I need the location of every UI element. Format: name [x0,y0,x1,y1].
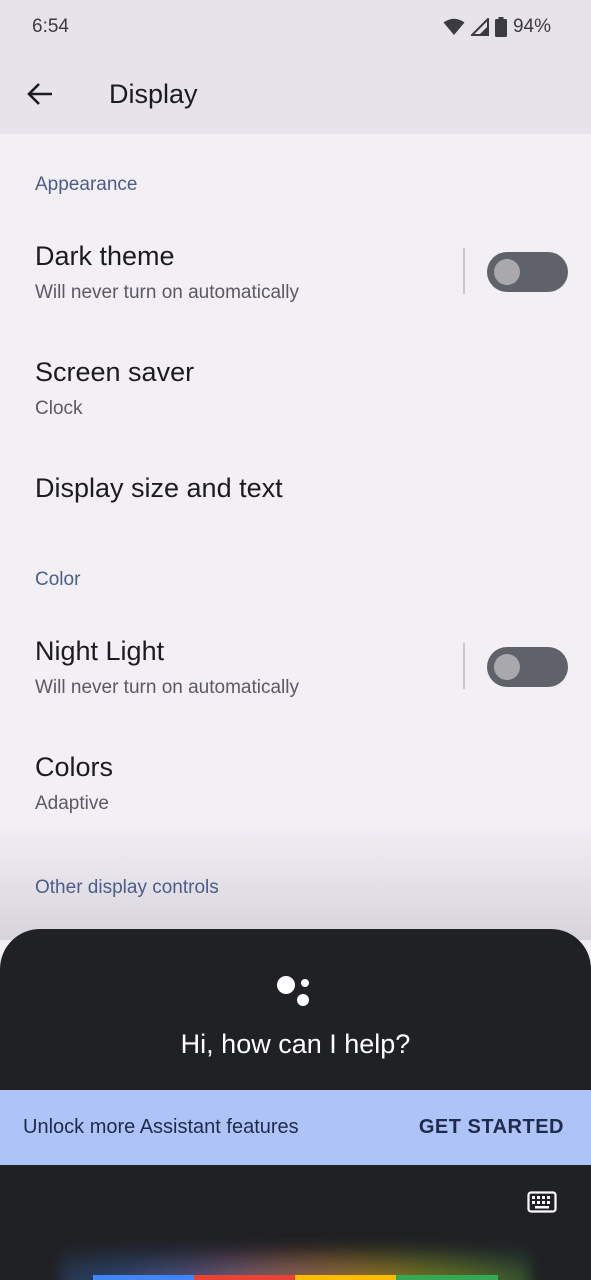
assistant-glow [60,1219,530,1280]
pref-title: Dark theme [35,241,175,271]
app-bar: Display [0,54,591,134]
keyboard-button[interactable] [520,1184,564,1220]
cell-signal-icon [470,18,489,36]
status-time: 6:54 [32,16,69,37]
arrow-back-icon [27,83,52,105]
assistant-greeting: Hi, how can I help? [180,1029,411,1059]
switch-thumb [494,654,520,680]
divider [463,248,465,294]
pref-title: Screen saver [35,357,195,387]
night-light-switch[interactable] [487,647,568,687]
section-header-appearance: Appearance [35,174,138,195]
pref-colors[interactable]: Colors Adaptive [0,730,591,830]
assistant-color-bar-yellow [295,1275,396,1280]
wifi-icon [443,18,465,35]
dark-theme-switch[interactable] [487,252,568,292]
pref-summary: Adaptive [35,793,109,814]
pref-title: Display size and text [35,473,283,503]
unlock-features-banner: Unlock more Assistant features GET START… [0,1090,591,1165]
back-button[interactable] [0,54,80,134]
assistant-color-bar-blue [93,1275,194,1280]
pref-summary: Will never turn on automatically [35,282,299,303]
status-icons: 94% [443,16,551,38]
get-started-button[interactable]: GET STARTED [419,1116,564,1139]
pref-display-size-and-text[interactable]: Display size and text [0,445,591,535]
pref-title: Night Light [35,636,165,666]
battery-icon [494,17,507,37]
page-title: Display [109,78,198,109]
divider [463,643,465,689]
banner-text: Unlock more Assistant features [23,1116,299,1138]
pref-night-light[interactable]: Night Light Will never turn on automatic… [0,610,591,720]
pref-dark-theme[interactable]: Dark theme Will never turn on automatica… [0,215,591,325]
status-bar: 6:54 94% [0,0,591,54]
battery-percent: 94% [512,16,551,37]
pref-summary: Will never turn on automatically [35,677,299,698]
assistant-dots-icon [277,976,309,1006]
assistant-color-bar-green [396,1275,498,1280]
pref-title: Colors [35,752,114,782]
switch-thumb [494,259,520,285]
section-header-other-display-controls: Other display controls [35,877,219,898]
keyboard-icon [527,1191,557,1213]
section-header-color: Color [35,569,81,590]
assistant-sheet: Hi, how can I help? Unlock more Assistan… [0,929,591,1280]
pref-summary: Clock [35,398,83,419]
pref-screen-saver[interactable]: Screen saver Clock [0,335,591,435]
assistant-color-bar-red [194,1275,295,1280]
